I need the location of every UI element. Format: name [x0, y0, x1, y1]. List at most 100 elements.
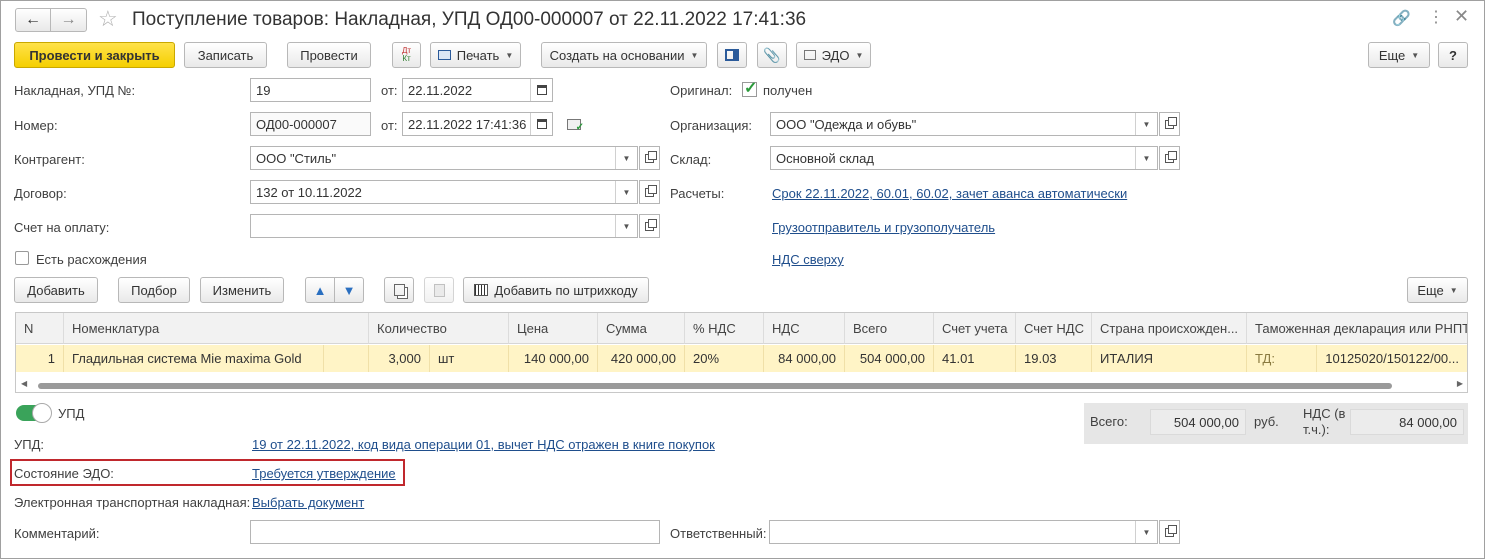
horizontal-scrollbar[interactable]: ◀ ▶ — [17, 379, 1467, 392]
comment-field[interactable] — [250, 520, 660, 544]
open-warehouse-button[interactable] — [1159, 146, 1180, 170]
column-header-total[interactable]: Всего — [845, 313, 934, 344]
open-contract-button[interactable] — [639, 180, 660, 204]
chevron-down-icon[interactable]: ▼ — [1135, 521, 1157, 543]
document-window: ← → ☆ Поступление товаров: Накладная, УП… — [0, 0, 1485, 559]
number-field[interactable]: ОД00-000007 — [250, 112, 371, 136]
calendar-button[interactable] — [530, 79, 552, 101]
edit-row-button[interactable]: Изменить — [200, 277, 284, 303]
invoice-number-field[interactable]: 19 — [250, 78, 371, 102]
favorite-star-icon[interactable]: ☆ — [98, 6, 118, 32]
settlements-link[interactable]: Срок 22.11.2022, 60.01, 60.02, зачет ава… — [772, 186, 1127, 201]
save-button[interactable]: Записать — [184, 42, 267, 68]
chevron-down-icon[interactable]: ▼ — [1135, 147, 1157, 169]
close-icon[interactable]: ✕ — [1454, 6, 1469, 27]
edo-button[interactable]: ЭДО ▼ — [796, 42, 871, 68]
forward-button[interactable]: → — [50, 8, 87, 32]
cell-n[interactable]: 1 — [16, 345, 64, 372]
column-header-country[interactable]: Страна происхожден... — [1092, 313, 1247, 344]
scroll-left-icon[interactable]: ◀ — [21, 379, 27, 388]
scroll-thumb[interactable] — [38, 383, 1392, 389]
cell-item[interactable]: Гладильная система Mie maxima Gold — [64, 345, 324, 372]
column-header-vat[interactable]: НДС — [764, 313, 845, 344]
discrepancy-checkbox[interactable] — [15, 251, 29, 265]
warehouse-field[interactable]: Основной склад ▼ — [770, 146, 1158, 170]
contract-label: Договор: — [14, 186, 67, 201]
contract-field[interactable]: 132 от 10.11.2022 ▼ — [250, 180, 638, 204]
column-header-n[interactable]: N — [16, 313, 64, 344]
column-header-vat-account[interactable]: Счет НДС — [1016, 313, 1092, 344]
cell-account[interactable]: 41.01 — [934, 345, 1016, 372]
column-header-qty[interactable]: Количество — [369, 313, 509, 344]
ettn-link[interactable]: Выбрать документ — [252, 495, 364, 510]
pick-button[interactable]: Подбор — [118, 277, 190, 303]
column-header-vat-rate[interactable]: % НДС — [685, 313, 764, 344]
move-down-button[interactable]: ▼ — [334, 277, 364, 303]
organization-field[interactable]: ООО "Одежда и обувь" ▼ — [770, 112, 1158, 136]
edo-state-link[interactable]: Требуется утверждение — [252, 466, 396, 481]
table-more-button[interactable]: Еще ▼ — [1407, 277, 1468, 303]
cell-country[interactable]: ИТАЛИЯ — [1092, 345, 1247, 372]
cell-total[interactable]: 504 000,00 — [845, 345, 934, 372]
payment-invoice-field[interactable]: ▼ — [250, 214, 638, 238]
chevron-down-icon: ▼ — [690, 50, 699, 60]
move-up-button[interactable]: ▲ — [305, 277, 335, 303]
cell-sum[interactable]: 420 000,00 — [598, 345, 685, 372]
column-header-customs-declaration[interactable]: Таможенная декларация или РНПТ — [1247, 313, 1467, 344]
link-icon[interactable]: 🔗 — [1392, 9, 1411, 27]
printer-icon — [437, 50, 451, 60]
print-button[interactable]: Печать ▼ — [430, 42, 521, 68]
upd-toggle[interactable] — [16, 403, 52, 423]
copy-row-button[interactable] — [384, 277, 414, 303]
chevron-down-icon[interactable]: ▼ — [615, 215, 637, 237]
cell-vat[interactable]: 84 000,00 — [764, 345, 845, 372]
chevron-down-icon[interactable]: ▼ — [1135, 113, 1157, 135]
cell-item-extra[interactable] — [324, 345, 369, 372]
invoice-date-field[interactable]: 22.11.2022 — [402, 78, 553, 102]
scroll-right-icon[interactable]: ▶ — [1457, 379, 1463, 388]
responsible-field[interactable]: ▼ — [769, 520, 1158, 544]
dt-kt-button[interactable]: Дт Кт — [392, 42, 421, 68]
more-button[interactable]: Еще ▼ — [1368, 42, 1430, 68]
column-header-price[interactable]: Цена — [509, 313, 598, 344]
more-vertical-icon[interactable]: ⋮ — [1428, 7, 1444, 27]
cell-unit[interactable]: шт — [430, 345, 509, 372]
structure-button[interactable] — [717, 42, 747, 68]
back-button[interactable]: ← — [15, 8, 51, 32]
cell-qty[interactable]: 3,000 — [369, 345, 430, 372]
open-responsible-button[interactable] — [1159, 520, 1180, 544]
original-received-checkbox[interactable]: ✓ — [742, 80, 757, 97]
more-label: Еще — [1378, 47, 1406, 63]
calendar-button[interactable] — [530, 113, 552, 135]
create-based-on-button[interactable]: Создать на основании ▼ — [541, 42, 707, 68]
open-counterparty-button[interactable] — [639, 146, 660, 170]
post-and-close-button[interactable]: Провести и закрыть — [14, 42, 175, 68]
paste-row-button[interactable] — [424, 277, 454, 303]
cell-declaration-type[interactable]: ТД: — [1247, 345, 1317, 372]
help-button[interactable]: ? — [1438, 42, 1468, 68]
cell-vat-rate[interactable]: 20% — [685, 345, 764, 372]
chevron-down-icon[interactable]: ▼ — [615, 147, 637, 169]
original-label: Оригинал: — [670, 83, 733, 98]
open-payment-invoice-button[interactable] — [639, 214, 660, 238]
counterparty-field[interactable]: ООО "Стиль" ▼ — [250, 146, 638, 170]
chevron-down-icon[interactable]: ▼ — [615, 181, 637, 203]
shipper-consignee-link[interactable]: Грузоотправитель и грузополучатель — [772, 220, 995, 235]
counterparty-label: Контрагент: — [14, 152, 85, 167]
number-date-field[interactable]: 22.11.2022 17:41:36 — [402, 112, 553, 136]
document-check-icon[interactable]: ✓ — [567, 119, 584, 133]
upd-label: УПД: — [14, 437, 45, 452]
column-header-sum[interactable]: Сумма — [598, 313, 685, 344]
add-by-barcode-button[interactable]: Добавить по штрихкоду — [463, 277, 649, 303]
post-button[interactable]: Провести — [287, 42, 371, 68]
vat-on-top-link[interactable]: НДС сверху — [772, 252, 844, 267]
cell-vat-account[interactable]: 19.03 — [1016, 345, 1092, 372]
cell-declaration[interactable]: 10125020/150122/00... — [1317, 345, 1467, 372]
add-row-button[interactable]: Добавить — [14, 277, 98, 303]
attach-button[interactable]: 📎 — [757, 42, 787, 68]
upd-link[interactable]: 19 от 22.11.2022, код вида операции 01, … — [252, 437, 715, 452]
open-organization-button[interactable] — [1159, 112, 1180, 136]
cell-price[interactable]: 140 000,00 — [509, 345, 598, 372]
column-header-account[interactable]: Счет учета — [934, 313, 1016, 344]
column-header-item[interactable]: Номенклатура — [64, 313, 369, 344]
